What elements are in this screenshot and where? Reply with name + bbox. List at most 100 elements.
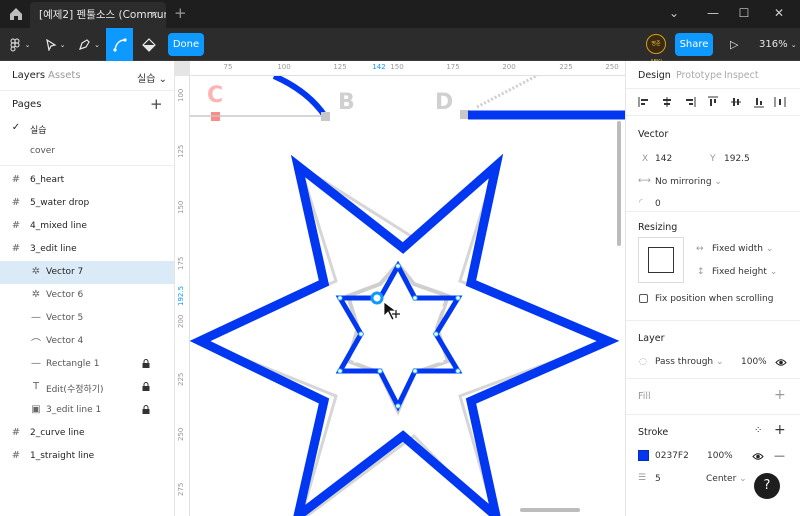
layer-item[interactable]: # 1_straight line xyxy=(0,445,174,468)
divider xyxy=(0,165,174,166)
tab-list-icon[interactable]: ⌄ xyxy=(666,6,682,20)
minimize-button[interactable]: — xyxy=(705,6,721,20)
stroke-align-value: Center xyxy=(706,474,737,484)
eye-icon[interactable] xyxy=(752,452,764,461)
corner-radius-field[interactable]: 0 xyxy=(655,199,661,209)
tab-prototype[interactable]: Prototype xyxy=(676,70,722,81)
file-tab[interactable]: [예제2] 펜툴소스 (Community) × xyxy=(30,2,166,28)
fix-position-checkbox[interactable] xyxy=(639,294,648,303)
outer-star[interactable] xyxy=(189,153,620,516)
ruler-tick-active: 142 xyxy=(372,63,386,71)
stroke-weight-field[interactable]: 5 xyxy=(655,474,661,484)
main-menu-button[interactable]: ⌄ xyxy=(6,28,32,61)
canvas[interactable]: 75 100 125 142 150 175 200 225 250 100 1… xyxy=(175,61,625,516)
mirroring-select[interactable]: No mirroring ⌄ xyxy=(655,177,722,187)
chevron-down-icon: ⌄ xyxy=(24,40,31,49)
add-page-button[interactable]: + xyxy=(150,95,163,113)
remove-stroke-button[interactable]: — xyxy=(774,449,785,462)
layer-label: 1_straight line xyxy=(30,451,95,461)
align-center-v-icon[interactable] xyxy=(730,96,742,108)
page-item[interactable]: ✓ 실습 xyxy=(0,117,174,140)
mirroring-value: No mirroring xyxy=(655,177,712,187)
layer-label: 3_edit line 1 xyxy=(46,405,102,415)
chevron-down-icon: ⌄ xyxy=(714,177,722,187)
layer-opacity-field[interactable]: 100% xyxy=(741,357,767,367)
ruler-tick: 150 xyxy=(177,200,185,214)
layer-item[interactable]: # 2_curve line xyxy=(0,422,174,445)
layer-item[interactable]: ✲ Vector 6 xyxy=(0,284,174,307)
layer-item[interactable]: # 4_mixed line xyxy=(0,215,174,238)
align-right-icon[interactable] xyxy=(684,96,696,108)
layer-item-selected[interactable]: ✲ Vector 7 xyxy=(0,261,174,284)
vertical-scrollbar[interactable] xyxy=(617,121,621,246)
curve-line[interactable] xyxy=(272,73,328,118)
horizontal-scrollbar[interactable] xyxy=(520,508,580,512)
align-center-h-icon[interactable] xyxy=(661,96,673,108)
close-window-button[interactable]: ✕ xyxy=(771,6,787,20)
layer-item[interactable]: # 5_water drop xyxy=(0,192,174,215)
fixed-height-select[interactable]: Fixed height ⌄ xyxy=(712,267,777,277)
fixed-height-value: Fixed height xyxy=(712,267,767,277)
corner-radius-icon: ◜ xyxy=(639,198,643,208)
tab-inspect[interactable]: Inspect xyxy=(724,70,759,81)
add-stroke-button[interactable]: + xyxy=(774,422,786,438)
home-icon[interactable] xyxy=(8,6,24,22)
blend-mode-select[interactable]: Pass through ⌄ xyxy=(655,357,724,367)
pen-tool-button[interactable]: ⌄ xyxy=(74,28,104,61)
frame-3-edit-line[interactable]: C B D xyxy=(189,72,625,516)
stroke-align-select[interactable]: Center ⌄ xyxy=(706,474,747,484)
zoom-level[interactable]: 316% ⌄ xyxy=(759,39,797,50)
new-tab-button[interactable]: + xyxy=(174,4,187,22)
letter-b: B xyxy=(338,90,355,115)
check-icon: ✓ xyxy=(11,122,21,133)
avatar[interactable]: 명준 ABKI xyxy=(646,34,666,65)
layer-item[interactable]: # 3_edit line xyxy=(0,238,174,261)
layer-item[interactable]: ⌒ Vector 4 xyxy=(0,330,174,353)
layer-item[interactable]: T Edit(수정하기) xyxy=(0,376,174,399)
layer-item[interactable]: — Rectangle 1 xyxy=(0,353,174,376)
layer-item[interactable]: # 6_heart xyxy=(0,169,174,192)
maximize-button[interactable]: ☐ xyxy=(736,6,752,20)
help-button[interactable]: ? xyxy=(754,473,780,499)
y-field[interactable]: 192.5 xyxy=(724,154,750,164)
lock-icon[interactable] xyxy=(142,382,150,391)
tab-design[interactable]: Design xyxy=(638,70,671,81)
move-tool-button[interactable]: ⌄ xyxy=(40,28,70,61)
close-tab-icon[interactable]: × xyxy=(150,2,159,28)
distribute-icon[interactable] xyxy=(774,96,786,108)
vector-title: Vector xyxy=(638,129,669,140)
present-play-icon[interactable]: ▷ xyxy=(730,38,738,51)
done-button[interactable]: Done xyxy=(168,33,204,56)
title-bar: [예제2] 펜툴소스 (Community) × + ⌄ — ☐ ✕ xyxy=(0,0,800,28)
stroke-style-icon[interactable]: ⁘ xyxy=(754,425,762,436)
stroke-color-swatch[interactable] xyxy=(638,450,649,461)
pen-icon xyxy=(79,39,90,50)
lock-icon[interactable] xyxy=(142,405,150,414)
x-field[interactable]: 142 xyxy=(655,154,672,164)
align-top-icon[interactable] xyxy=(707,96,719,108)
page-item[interactable]: cover xyxy=(0,140,174,163)
fixed-width-select[interactable]: Fixed width ⌄ xyxy=(712,244,773,254)
add-fill-button[interactable]: + xyxy=(774,387,786,403)
selected-vertex[interactable] xyxy=(370,291,384,305)
page-selector[interactable]: 실습 ⌄ xyxy=(137,70,167,85)
layer-section: Layer ◌ Pass through ⌄ 100% xyxy=(626,321,800,379)
align-bottom-icon[interactable] xyxy=(753,96,765,108)
ruler-tick: 125 xyxy=(333,63,347,71)
tab-assets[interactable]: Assets xyxy=(48,70,81,81)
layer-item[interactable]: — Vector 5 xyxy=(0,307,174,330)
y-label: Y xyxy=(710,154,716,164)
stroke-opacity-field[interactable]: 100% xyxy=(707,451,733,461)
alignment-bar xyxy=(626,89,800,116)
share-button[interactable]: Share xyxy=(675,33,713,56)
lock-icon[interactable] xyxy=(142,359,150,368)
stroke-hex-field[interactable]: 0237F2 xyxy=(655,451,689,461)
bend-tool-button[interactable] xyxy=(106,28,133,61)
layer-item[interactable]: ▣ 3_edit line 1 xyxy=(0,399,174,422)
paint-bucket-button[interactable] xyxy=(136,28,162,61)
tab-layers[interactable]: Layers xyxy=(12,70,45,81)
eye-icon[interactable] xyxy=(775,358,787,367)
align-left-icon[interactable] xyxy=(638,96,650,108)
layers-panel: Layers Assets 실습 ⌄ Pages + ✓ 실습 cover # … xyxy=(0,61,175,516)
constraints-widget[interactable] xyxy=(638,237,684,283)
